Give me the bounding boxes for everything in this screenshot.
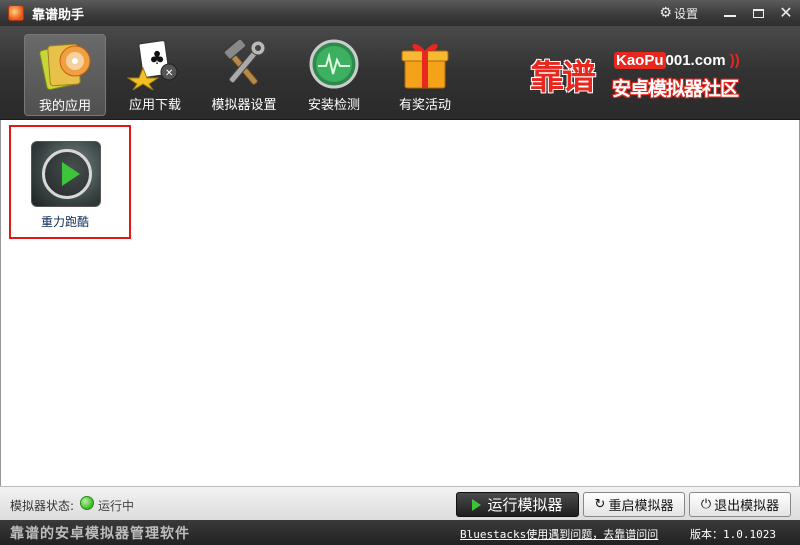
status-indicator-icon: [80, 496, 94, 510]
run-emulator-button[interactable]: 运行模拟器: [456, 492, 579, 517]
brand-url: KaoPu 001.com )): [614, 52, 740, 69]
signal-icon: )): [725, 52, 740, 69]
help-link[interactable]: Bluestacks使用遇到问题，去靠谱问问: [460, 526, 658, 542]
brand-logo: 靠谱 KaoPu 001.com )) 安卓模拟器社区: [526, 46, 751, 106]
svg-text:♣: ♣: [149, 48, 165, 69]
tab-label: 安装检测: [307, 98, 360, 113]
tab-label: 应用下载: [128, 98, 181, 113]
minimize-icon: [724, 15, 736, 17]
tab-emulator-settings[interactable]: 模拟器设置: [203, 34, 285, 116]
settings-label: 设置: [673, 6, 698, 21]
run-label: 运行模拟器: [487, 496, 563, 514]
window-title: 靠谱助手: [32, 7, 85, 23]
gift-box-icon: [397, 38, 453, 90]
maximize-button[interactable]: [744, 0, 772, 26]
app-grid: 重力跑酷: [0, 120, 800, 486]
app-thumbnail: [31, 141, 101, 207]
restart-label: 重启模拟器: [608, 499, 674, 514]
brand-name: 靠谱: [530, 58, 596, 98]
quit-emulator-button[interactable]: ⏻ 退出模拟器: [689, 492, 791, 517]
status-label: 模拟器状态:: [10, 499, 75, 513]
folder-disc-icon: [37, 39, 93, 91]
minimize-button[interactable]: [716, 0, 744, 26]
restart-emulator-button[interactable]: ↻ 重启模拟器: [583, 492, 685, 517]
quit-label: 退出模拟器: [714, 499, 780, 514]
app-name: 重力跑酷: [40, 215, 89, 229]
tab-label: 有奖活动: [398, 98, 451, 113]
power-icon: ⏻: [700, 497, 712, 512]
svg-text:✕: ✕: [165, 68, 173, 79]
version-text: 版本：1.0.1023: [690, 528, 776, 541]
play-circle: [42, 149, 92, 199]
title-bar: 靠谱助手 ⚙ 设置 ✕: [0, 0, 800, 26]
title-actions: ⚙ 设置 ✕: [659, 0, 800, 26]
status-bar: 模拟器状态: 运行中 运行模拟器 ↻ 重启模拟器 ⏻ 退出模拟器: [0, 486, 800, 520]
tab-install-check[interactable]: 安装检测: [293, 34, 375, 116]
main-toolbar: 我的应用 ♣ ✕ 应用下载 模拟器设置 安装检测 有奖活动 靠谱 KaoPu 0…: [0, 26, 800, 120]
brand-subtitle: 安卓模拟器社区: [612, 78, 739, 100]
gear-icon: ⚙: [659, 5, 672, 21]
footer: 靠谱的安卓模拟器管理软件 Bluestacks使用遇到问题，去靠谱问问 版本：1…: [0, 520, 800, 545]
tab-my-apps[interactable]: 我的应用: [24, 34, 106, 116]
restart-icon: ↻: [594, 497, 606, 512]
status-value: 运行中: [98, 499, 135, 513]
close-icon: ✕: [779, 3, 793, 22]
tab-label: 我的应用: [38, 99, 91, 114]
maximize-icon: [752, 8, 764, 18]
play-icon: [472, 498, 482, 511]
cards-download-icon: ♣ ✕: [126, 38, 183, 91]
app-tile[interactable]: 重力跑酷: [9, 125, 131, 239]
play-icon: [62, 162, 80, 186]
hammer-wrench-icon: [216, 38, 272, 90]
close-button[interactable]: ✕: [772, 0, 800, 26]
tab-rewards[interactable]: 有奖活动: [384, 34, 466, 116]
footer-slogan: 靠谱的安卓模拟器管理软件: [10, 526, 190, 542]
settings-button[interactable]: ⚙ 设置: [659, 5, 698, 22]
app-logo-icon: [8, 5, 24, 21]
heartbeat-monitor-icon: [306, 38, 362, 90]
tab-label: 模拟器设置: [211, 98, 277, 113]
tab-app-download[interactable]: ♣ ✕ 应用下载: [114, 34, 196, 116]
